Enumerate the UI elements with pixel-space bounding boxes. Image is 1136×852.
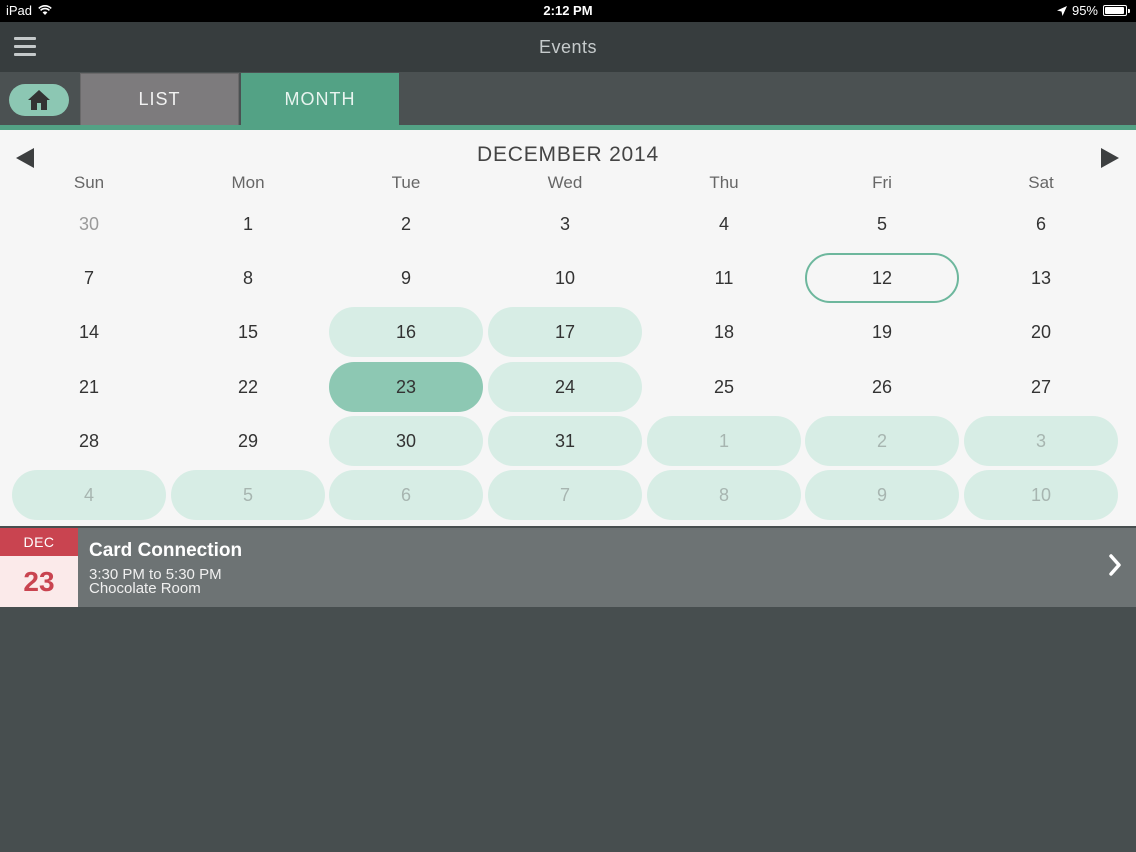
- calendar-day[interactable]: 8: [647, 470, 801, 520]
- battery-icon: [1103, 5, 1130, 16]
- calendar-day[interactable]: 25: [647, 362, 801, 412]
- event-location: Chocolate Room: [89, 580, 201, 597]
- calendar-title: DECEMBER 2014: [477, 143, 659, 166]
- calendar-day[interactable]: 6: [329, 470, 483, 520]
- calendar-day[interactable]: 15: [171, 307, 325, 357]
- calendar-day[interactable]: 4: [12, 470, 166, 520]
- weekday-label-fri: Fri: [872, 173, 892, 192]
- calendar-day[interactable]: 26: [805, 362, 959, 412]
- event-month: DEC: [0, 528, 78, 556]
- calendar-day[interactable]: 9: [329, 253, 483, 303]
- calendar-day[interactable]: 18: [647, 307, 801, 357]
- tab-month[interactable]: MONTH: [241, 73, 399, 126]
- weekday-label-thu: Thu: [709, 173, 739, 192]
- location-arrow-icon: [1056, 5, 1067, 16]
- chevron-right-icon[interactable]: [1108, 554, 1122, 576]
- calendar-day[interactable]: 6: [964, 199, 1118, 249]
- calendar-day[interactable]: 21: [12, 362, 166, 412]
- page-title: Events: [538, 37, 598, 57]
- calendar-day[interactable]: 28: [12, 416, 166, 466]
- month-calendar: DECEMBER 2014 Sun Mon Tue Wed Thu Fri Sat 30 1 2…: [0, 130, 1136, 526]
- weekday-label-sun: Sun: [73, 173, 105, 192]
- calendar-day[interactable]: 2: [805, 416, 959, 466]
- calendar-day[interactable]: 8: [171, 253, 325, 303]
- calendar-day[interactable]: 3: [488, 199, 642, 249]
- calendar-day-today[interactable]: 12: [805, 253, 959, 303]
- weekday-label-sat: Sat: [1028, 173, 1054, 192]
- calendar-day[interactable]: 17: [488, 307, 642, 357]
- nav-bar: Events: [0, 22, 1136, 72]
- calendar-day[interactable]: 9: [805, 470, 959, 520]
- tab-list[interactable]: LIST: [80, 73, 239, 126]
- battery-fill: [1105, 7, 1124, 14]
- status-bar: iPad 2:12 PM 95%: [0, 0, 1136, 22]
- calendar-day[interactable]: 4: [647, 199, 801, 249]
- weekday-label-wed: Wed: [547, 173, 583, 192]
- calendar-day-selected[interactable]: 23: [329, 362, 483, 412]
- calendar-day[interactable]: 13: [964, 253, 1118, 303]
- calendar-day[interactable]: 10: [964, 470, 1118, 520]
- weekday-label-tue: Tue: [391, 173, 421, 192]
- calendar-day[interactable]: 3: [964, 416, 1118, 466]
- calendar-day[interactable]: 29: [171, 416, 325, 466]
- calendar-day[interactable]: 14: [12, 307, 166, 357]
- event-day: 23: [23, 565, 55, 597]
- calendar-day[interactable]: 19: [805, 307, 959, 357]
- calendar-day[interactable]: 24: [488, 362, 642, 412]
- weekday-label-mon: Mon: [231, 173, 265, 192]
- event-list-item[interactable]: DEC 23 Card Connection 3:30 PM to 5:30 P…: [0, 528, 1136, 607]
- calendar-day[interactable]: 27: [964, 362, 1118, 412]
- calendar-day[interactable]: 5: [171, 470, 325, 520]
- calendar-day[interactable]: 5: [805, 199, 959, 249]
- calendar-day[interactable]: 30: [12, 199, 166, 249]
- calendar-day[interactable]: 20: [964, 307, 1118, 357]
- calendar-day[interactable]: 11: [647, 253, 801, 303]
- calendar-day[interactable]: 16: [329, 307, 483, 357]
- calendar-day[interactable]: 22: [171, 362, 325, 412]
- calendar-day[interactable]: 31: [488, 416, 642, 466]
- home-button[interactable]: [9, 84, 69, 116]
- calendar-day[interactable]: 1: [647, 416, 801, 466]
- home-icon: [28, 90, 50, 110]
- calendar-day[interactable]: 1: [171, 199, 325, 249]
- calendar-day[interactable]: 7: [12, 253, 166, 303]
- calendar-day[interactable]: 2: [329, 199, 483, 249]
- event-title: Card Connection: [89, 540, 243, 561]
- tab-bar: LIST MONTH: [0, 72, 1136, 126]
- event-date-badge: DEC 23: [0, 528, 78, 607]
- status-right: 95%: [1056, 3, 1130, 18]
- calendar-day[interactable]: 7: [488, 470, 642, 520]
- status-time: 2:12 PM: [543, 3, 593, 18]
- triangle-right-icon[interactable]: [1101, 148, 1119, 168]
- calendar-day[interactable]: 10: [488, 253, 642, 303]
- battery-percent: 95%: [1071, 3, 1098, 18]
- calendar-day[interactable]: 30: [329, 416, 483, 466]
